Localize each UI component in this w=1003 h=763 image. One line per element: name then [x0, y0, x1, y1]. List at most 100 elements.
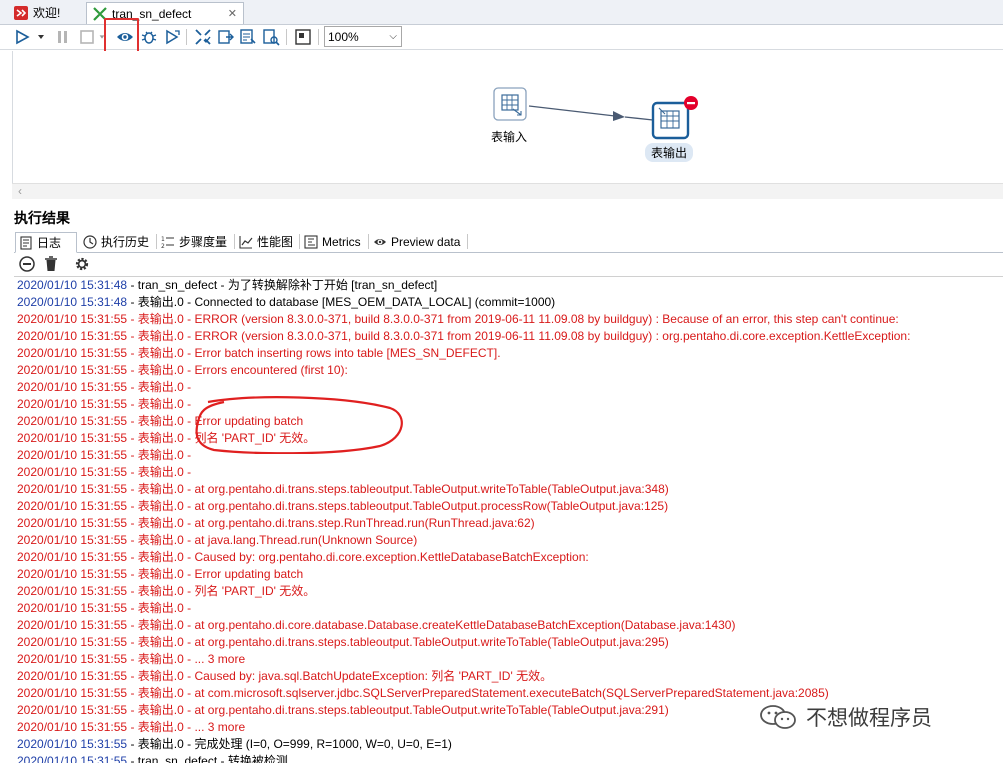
log-line: 2020/01/10 15:31:55 - 表输出.0 - 完成处理 (I=0,… — [14, 736, 1003, 753]
log-line: 2020/01/10 15:31:55 - 表输出.0 - at org.pen… — [14, 634, 1003, 651]
impact-icon — [218, 30, 234, 44]
welcome-icon — [14, 5, 28, 20]
log-timestamp: 2020/01/10 15:31:55 — [17, 329, 128, 343]
preview-highlight-annotation — [104, 18, 139, 55]
tab-metrics[interactable]: Metrics — [301, 232, 367, 251]
replay-icon — [166, 29, 180, 45]
log-output[interactable]: 2020/01/10 15:31:48 - tran_sn_defect - 为… — [14, 276, 1003, 763]
log-line: 2020/01/10 15:31:55 - 表输出.0 - at java.la… — [14, 532, 1003, 549]
scroll-left-icon[interactable]: ‹ — [18, 184, 22, 198]
toolbar-separator — [318, 29, 319, 45]
table-output-step[interactable] — [651, 101, 690, 140]
log-message: - tran_sn_defect - 为了转换解除补丁开始 [tran_sn_d… — [127, 278, 438, 292]
log-message: - 表输出.0 - — [127, 601, 192, 615]
hop-line[interactable] — [528, 105, 616, 117]
log-line: 2020/01/10 15:31:55 - 表输出.0 - ERROR (ver… — [14, 311, 1003, 328]
log-line: 2020/01/10 15:31:55 - 表输出.0 - Errors enc… — [14, 362, 1003, 379]
tab-separator — [299, 234, 300, 249]
log-message: - 表输出.0 - at org.pentaho.di.trans.steps.… — [127, 482, 669, 496]
log-message: - 表输出.0 - Error updating batch — [127, 567, 304, 581]
log-message: - 表输出.0 - at org.pentaho.di.trans.steps.… — [127, 703, 669, 717]
log-line: 2020/01/10 15:31:55 - 表输出.0 - — [14, 379, 1003, 396]
collapse-icon[interactable] — [18, 255, 36, 273]
editor-tab-bar: 欢迎! tran_sn_defect ✕ — [0, 0, 1003, 25]
log-message: - 表输出.0 - Error batch inserting rows int… — [127, 346, 501, 360]
canvas-horizontal-scrollbar[interactable]: ‹ — [12, 183, 1003, 199]
log-line: 2020/01/10 15:31:55 - 表输出.0 - — [14, 447, 1003, 464]
explore-db-button[interactable] — [261, 27, 281, 47]
log-timestamp: 2020/01/10 15:31:55 — [17, 737, 128, 751]
log-timestamp: 2020/01/10 15:31:55 — [17, 669, 128, 683]
replay-button[interactable] — [162, 27, 182, 47]
log-timestamp: 2020/01/10 15:31:55 — [17, 601, 128, 615]
log-line: 2020/01/10 15:31:55 - 表输出.0 - at org.pen… — [14, 515, 1003, 532]
log-message: - 表输出.0 - 完成处理 (I=0, O=999, R=1000, W=0,… — [127, 737, 452, 751]
log-line: 2020/01/10 15:31:55 - 表输出.0 - — [14, 600, 1003, 617]
log-timestamp: 2020/01/10 15:31:48 — [17, 295, 128, 309]
history-icon — [83, 234, 97, 249]
log-message: - 表输出.0 - Caused by: org.pentaho.di.core… — [127, 550, 589, 564]
toolbar-separator — [186, 29, 187, 45]
transformation-canvas[interactable]: 表输入 表输出 — [12, 51, 1003, 198]
tab-welcome[interactable]: 欢迎! — [8, 2, 86, 23]
log-timestamp: 2020/01/10 15:31:55 — [17, 499, 128, 513]
log-timestamp: 2020/01/10 15:31:55 — [17, 584, 128, 598]
tab-preview-data[interactable]: Preview data — [370, 232, 466, 251]
log-line: 2020/01/10 15:31:55 - 表输出.0 - Error upda… — [14, 566, 1003, 583]
tab-separator — [467, 234, 468, 249]
tab-performance-graph[interactable]: 性能图 — [236, 232, 298, 251]
log-line: 2020/01/10 15:31:55 - 表输出.0 - at org.pen… — [14, 481, 1003, 498]
watermark-text: 不想做程序员 — [806, 707, 932, 730]
log-timestamp: 2020/01/10 15:31:55 — [17, 414, 128, 428]
log-timestamp: 2020/01/10 15:31:55 — [17, 550, 128, 564]
log-message: - 表输出.0 - Caused by: java.sql.BatchUpdat… — [127, 669, 553, 683]
trash-icon[interactable] — [42, 255, 60, 273]
sql-button[interactable] — [238, 27, 258, 47]
tab-step-metrics[interactable]: 12 步骤度量 — [158, 232, 233, 251]
log-timestamp: 2020/01/10 15:31:55 — [17, 380, 128, 394]
run-button[interactable] — [12, 27, 32, 47]
results-panel-icon — [295, 29, 311, 45]
stop-button[interactable] — [77, 27, 97, 47]
log-timestamp: 2020/01/10 15:31:55 — [17, 618, 128, 632]
log-timestamp: 2020/01/10 15:31:55 — [17, 482, 128, 496]
tab-execution-history[interactable]: 执行历史 — [80, 232, 155, 251]
log-line: 2020/01/10 15:31:55 - 表输出.0 - Caused by:… — [14, 668, 1003, 685]
log-message: - 表输出.0 - 列名 'PART_ID' 无效。 — [127, 431, 316, 445]
log-line: 2020/01/10 15:31:55 - 表输出.0 - 列名 'PART_I… — [14, 583, 1003, 600]
tab-log-label: 日志 — [37, 236, 62, 250]
tab-metrics-label: Metrics — [322, 234, 361, 249]
zoom-value: 100% — [328, 29, 359, 44]
tab-log[interactable]: 日志 — [15, 232, 77, 253]
log-timestamp: 2020/01/10 15:31:55 — [17, 346, 128, 360]
zoom-select[interactable]: 100% ⌵ — [324, 26, 402, 47]
debug-button[interactable] — [139, 27, 159, 47]
log-timestamp: 2020/01/10 15:31:55 — [17, 533, 128, 547]
log-line: 2020/01/10 15:31:55 - 表输出.0 - Caused by:… — [14, 549, 1003, 566]
log-timestamp: 2020/01/10 15:31:48 — [17, 278, 128, 292]
log-line: 2020/01/10 15:31:55 - 表输出.0 - at org.pen… — [14, 617, 1003, 634]
verify-button[interactable] — [193, 27, 213, 47]
log-timestamp: 2020/01/10 15:31:55 — [17, 465, 128, 479]
log-message: - 表输出.0 - at java.lang.Thread.run(Unknow… — [127, 533, 418, 547]
step-label-table-output: 表输出 — [645, 143, 694, 162]
show-results-button[interactable] — [293, 27, 313, 47]
log-timestamp: 2020/01/10 15:31:55 — [17, 652, 128, 666]
hop-layer — [493, 87, 698, 140]
impact-button[interactable] — [216, 27, 236, 47]
table-input-step[interactable] — [493, 87, 527, 121]
pause-button[interactable] — [53, 27, 73, 47]
log-message: - 表输出.0 - ... 3 more — [127, 720, 246, 734]
log-icon — [20, 235, 32, 250]
log-line: 2020/01/10 15:31:55 - 表输出.0 - ... 3 more — [14, 651, 1003, 668]
log-line: 2020/01/10 15:31:48 - tran_sn_defect - 为… — [14, 277, 1003, 294]
error-badge-icon — [684, 96, 698, 110]
log-message: - 表输出.0 - ERROR (version 8.3.0.0-371, bu… — [127, 312, 899, 326]
close-icon[interactable]: ✕ — [228, 7, 237, 20]
tab-separator — [234, 234, 235, 249]
run-options-dropdown[interactable] — [34, 27, 48, 47]
gear-icon[interactable] — [73, 255, 91, 273]
hop-line-end — [624, 116, 654, 121]
step-label-table-input: 表输入 — [491, 130, 528, 144]
hop-arrow — [613, 111, 625, 121]
